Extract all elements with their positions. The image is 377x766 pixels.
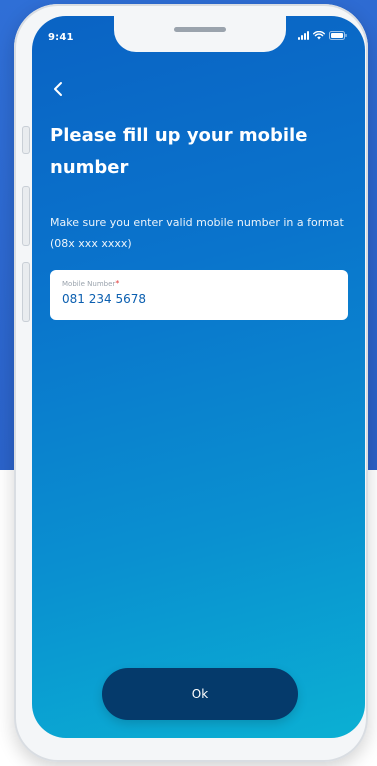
chevron-left-icon[interactable]	[50, 80, 68, 98]
phone-side-button	[22, 126, 30, 154]
phone-notch	[114, 16, 286, 52]
stage: 9:41 Please fill up your mobile number M…	[0, 0, 377, 766]
phone-side-button	[22, 262, 30, 322]
page-title: Please fill up your mobile number	[50, 125, 308, 178]
battery-icon	[329, 31, 347, 40]
wifi-icon	[313, 31, 325, 40]
mobile-number-input[interactable]	[62, 292, 336, 306]
speaker-grille	[174, 27, 226, 32]
ok-button[interactable]: Ok	[102, 668, 298, 720]
phone-side-button	[22, 186, 30, 246]
phone-screen: 9:41 Please fill up your mobile number M…	[32, 16, 365, 738]
required-mark: *	[115, 279, 120, 288]
mobile-number-field[interactable]: Mobile Number*	[50, 270, 348, 320]
mobile-number-label: Mobile Number*	[62, 279, 120, 288]
status-time: 9:41	[48, 32, 74, 43]
status-icons	[298, 31, 347, 40]
page-subtitle: Make sure you enter valid mobile number …	[50, 216, 344, 250]
signal-icon	[298, 31, 309, 40]
